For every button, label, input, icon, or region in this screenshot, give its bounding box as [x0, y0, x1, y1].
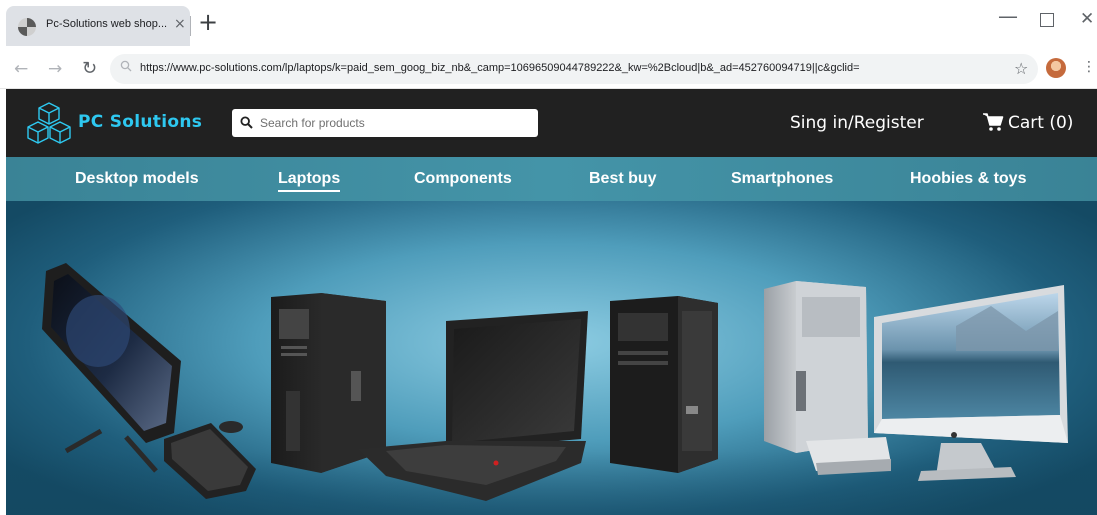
imac-monitor [874, 285, 1068, 481]
address-bar[interactable]: https://www.pc-solutions.com/lp/laptops/… [110, 54, 1038, 84]
nav-item-hobbies-toys[interactable]: Hoobies & toys [910, 170, 1026, 188]
new-tab-button[interactable]: + [198, 10, 218, 34]
back-icon[interactable]: ← [14, 59, 28, 79]
all-in-one-pc [42, 263, 181, 473]
browser-tab[interactable]: Pc-Solutions web shop... × [6, 6, 190, 46]
url-text[interactable]: https://www.pc-solutions.com/lp/laptops/… [140, 62, 1020, 74]
nav-item-components[interactable]: Components [414, 170, 512, 188]
window-close-icon[interactable]: ✕ [1080, 9, 1094, 29]
site-favicon-icon [18, 18, 36, 36]
signin-register-link[interactable]: Sing in/Register [790, 113, 924, 133]
maximize-icon[interactable] [1040, 13, 1054, 27]
keyboard [164, 421, 256, 499]
tab-title: Pc-Solutions web shop... [46, 18, 168, 30]
site-header: PC Solutions Sing in/Register Cart (0) [6, 89, 1097, 157]
category-nav: Desktop models Laptops Components Best b… [6, 157, 1097, 201]
tab-close-icon[interactable]: × [174, 16, 186, 32]
browser-toolbar: ← → ↻ https://www.pc-solutions.com/lp/la… [0, 49, 1097, 89]
search-icon [240, 116, 253, 129]
forward-icon[interactable]: → [48, 59, 62, 79]
hero-products-illustration [42, 263, 1068, 501]
cubes-logo-icon[interactable] [24, 101, 74, 145]
menu-icon[interactable]: ⋮ [1082, 59, 1096, 75]
nav-item-laptops[interactable]: Laptops [278, 170, 341, 192]
cart-link[interactable]: Cart (0) [1008, 113, 1073, 133]
desktop-tower-dell [610, 296, 718, 473]
hero-banner[interactable] [6, 201, 1097, 515]
product-search [232, 109, 538, 137]
reload-icon[interactable]: ↻ [82, 58, 97, 79]
nav-item-best-buy[interactable]: Best buy [589, 170, 657, 188]
minimize-icon[interactable]: — [998, 4, 1018, 28]
shopping-cart-icon[interactable] [982, 111, 1004, 133]
mac-pro-tower [764, 281, 891, 475]
avatar[interactable] [1046, 58, 1066, 78]
nav-item-desktop-models[interactable]: Desktop models [75, 170, 199, 188]
site-logo-text[interactable]: PC Solutions [78, 112, 202, 132]
star-icon[interactable]: ☆ [1014, 59, 1028, 78]
desktop-tower-black [271, 293, 386, 473]
address-search-icon [120, 60, 132, 72]
browser-tab-strip: Pc-Solutions web shop... × + — ✕ [0, 0, 1097, 49]
nav-item-smartphones[interactable]: Smartphones [731, 170, 833, 188]
search-input[interactable] [260, 109, 530, 137]
tab-separator [190, 16, 191, 36]
laptop [358, 311, 588, 501]
